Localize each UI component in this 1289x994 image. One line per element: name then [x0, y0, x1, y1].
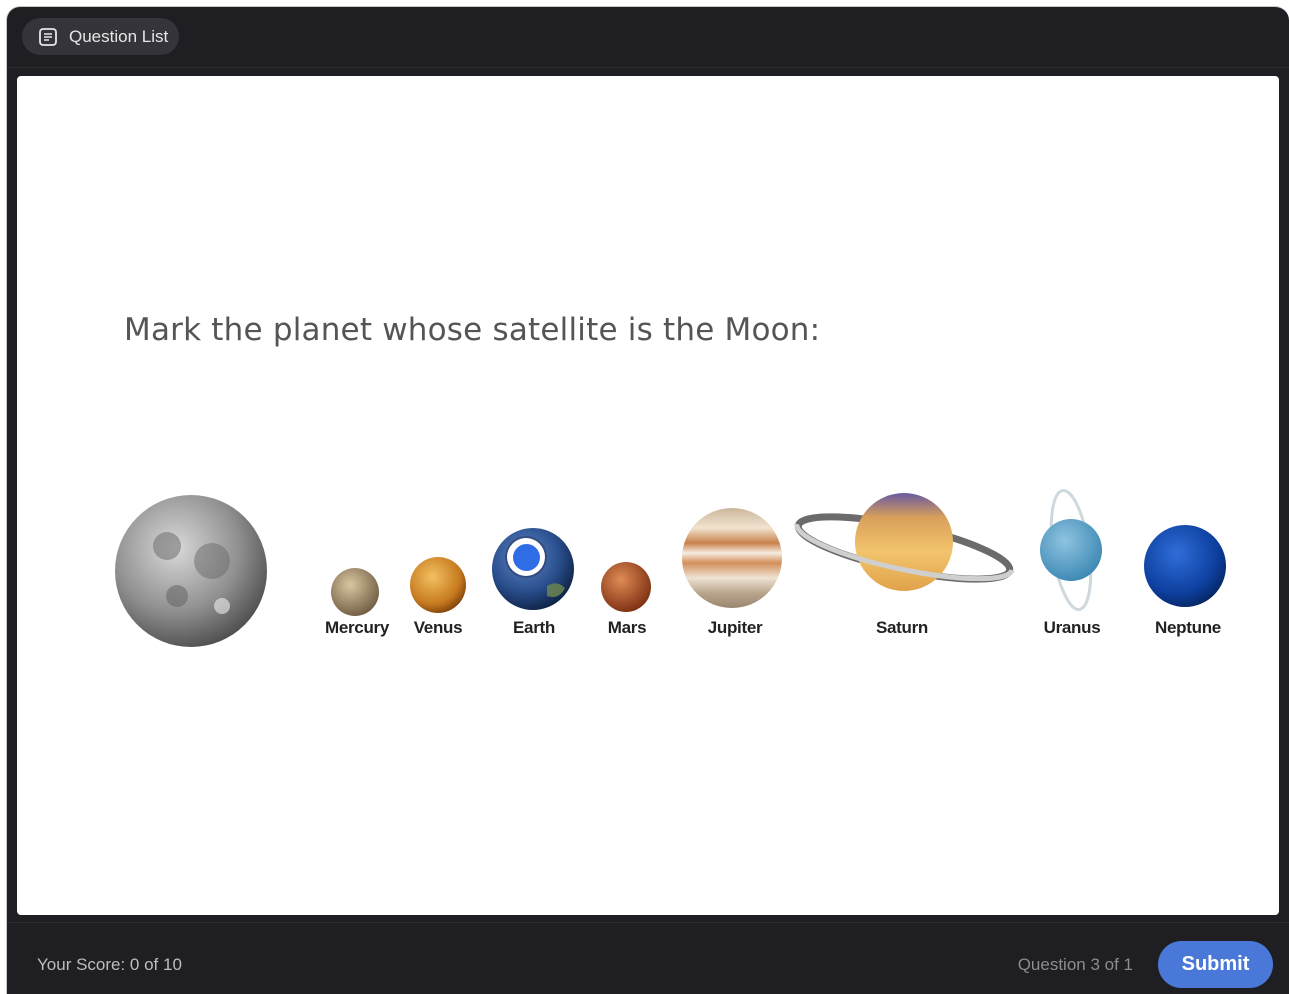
venus-image[interactable] [410, 557, 466, 613]
planet-label-jupiter[interactable]: Jupiter [708, 618, 763, 638]
planet-label-mars[interactable]: Mars [608, 618, 647, 638]
question-list-button[interactable]: Question List [22, 18, 179, 55]
jupiter-image[interactable] [682, 508, 782, 608]
planet-label-saturn[interactable]: Saturn [876, 618, 928, 638]
question-prompt: Mark the planet whose satellite is the M… [124, 312, 821, 348]
planet-label-earth[interactable]: Earth [513, 618, 555, 638]
mars-image[interactable] [601, 562, 651, 612]
mercury-image[interactable] [331, 568, 379, 616]
earth-selected-radio[interactable] [507, 538, 545, 576]
planet-label-neptune[interactable]: Neptune [1155, 618, 1221, 638]
question-counter: Question 3 of 1 [1017, 955, 1133, 974]
selected-dot [512, 543, 540, 571]
saturn-image[interactable] [794, 493, 1015, 592]
question-list-label: Question List [69, 26, 169, 46]
bottom-bar: Your Score: 0 of 10 Question 3 of 1 Subm… [7, 922, 1289, 994]
score-text: Your Score: 0 of 10 [37, 955, 182, 974]
list-icon [38, 27, 58, 47]
moon-image [115, 495, 267, 647]
neptune-image[interactable] [1144, 525, 1226, 607]
planet-label-mercury[interactable]: Mercury [325, 618, 389, 638]
app-frame: Question List Mark the planet whose sate… [6, 6, 1289, 994]
planet-label-venus[interactable]: Venus [414, 618, 463, 638]
planet-label-uranus[interactable]: Uranus [1044, 618, 1101, 638]
top-bar: Question List [7, 7, 1289, 68]
uranus-image[interactable] [1040, 488, 1102, 612]
submit-button[interactable]: Submit [1158, 941, 1273, 988]
question-panel: Mark the planet whose satellite is the M… [17, 76, 1279, 915]
